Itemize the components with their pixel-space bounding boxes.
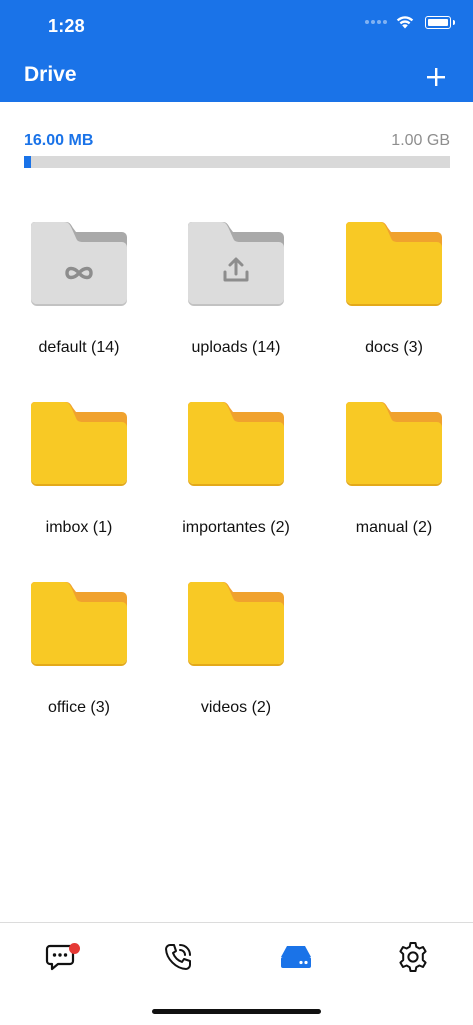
folder-label: office (3) (48, 699, 110, 716)
folder-icon (187, 402, 284, 486)
tab-drive[interactable] (266, 935, 326, 979)
folder-icon (30, 402, 127, 486)
page-title: Drive (24, 63, 77, 86)
folder-label: uploads (14) (191, 339, 281, 356)
folder-item[interactable]: uploads (14) (157, 222, 315, 372)
folder-icon (30, 582, 127, 666)
add-button[interactable] (423, 64, 449, 90)
folder-label: imbox (1) (45, 519, 113, 536)
status-bar-icons (365, 15, 455, 29)
tab-settings[interactable] (383, 935, 443, 979)
folder-label: videos (2) (200, 699, 272, 716)
status-time: 1:28 (48, 16, 85, 36)
cellular-signal-icon (365, 20, 387, 24)
tab-calls[interactable] (148, 935, 208, 979)
folder-label: manual (2) (355, 519, 433, 536)
phone-call-icon (165, 944, 191, 970)
folder-icon (345, 222, 442, 306)
storage-progress-fill (24, 156, 31, 168)
folder-label: importantes (2) (182, 519, 290, 536)
wifi-icon (396, 16, 414, 29)
folder-item[interactable]: importantes (2) (157, 402, 315, 552)
folder-item[interactable]: office (3) (0, 582, 158, 732)
folder-label: docs (3) (365, 339, 423, 356)
folder-item[interactable]: default (14) (0, 222, 158, 372)
folder-item[interactable]: docs (3) (315, 222, 473, 372)
tab-chat[interactable] (30, 935, 90, 979)
folder-icon (187, 222, 284, 306)
storage-used-label: 16.00 MB (24, 132, 94, 149)
storage-total-label: 1.00 GB (391, 132, 450, 149)
folder-item[interactable]: videos (2) (157, 582, 315, 732)
folder-label: default (14) (38, 339, 120, 356)
app-header: 1:28 Drive (0, 0, 473, 102)
folder-icon (187, 582, 284, 666)
folder-icon (345, 402, 442, 486)
folder-item[interactable]: manual (2) (315, 402, 473, 552)
drive-icon (281, 946, 311, 968)
home-indicator (152, 1009, 321, 1014)
battery-icon (425, 15, 455, 29)
plus-icon (427, 68, 445, 86)
folder-icon (30, 222, 127, 306)
storage-progress-bar (24, 156, 450, 168)
gear-icon (399, 942, 427, 972)
folder-item[interactable]: imbox (1) (0, 402, 158, 552)
notification-badge (69, 943, 80, 954)
